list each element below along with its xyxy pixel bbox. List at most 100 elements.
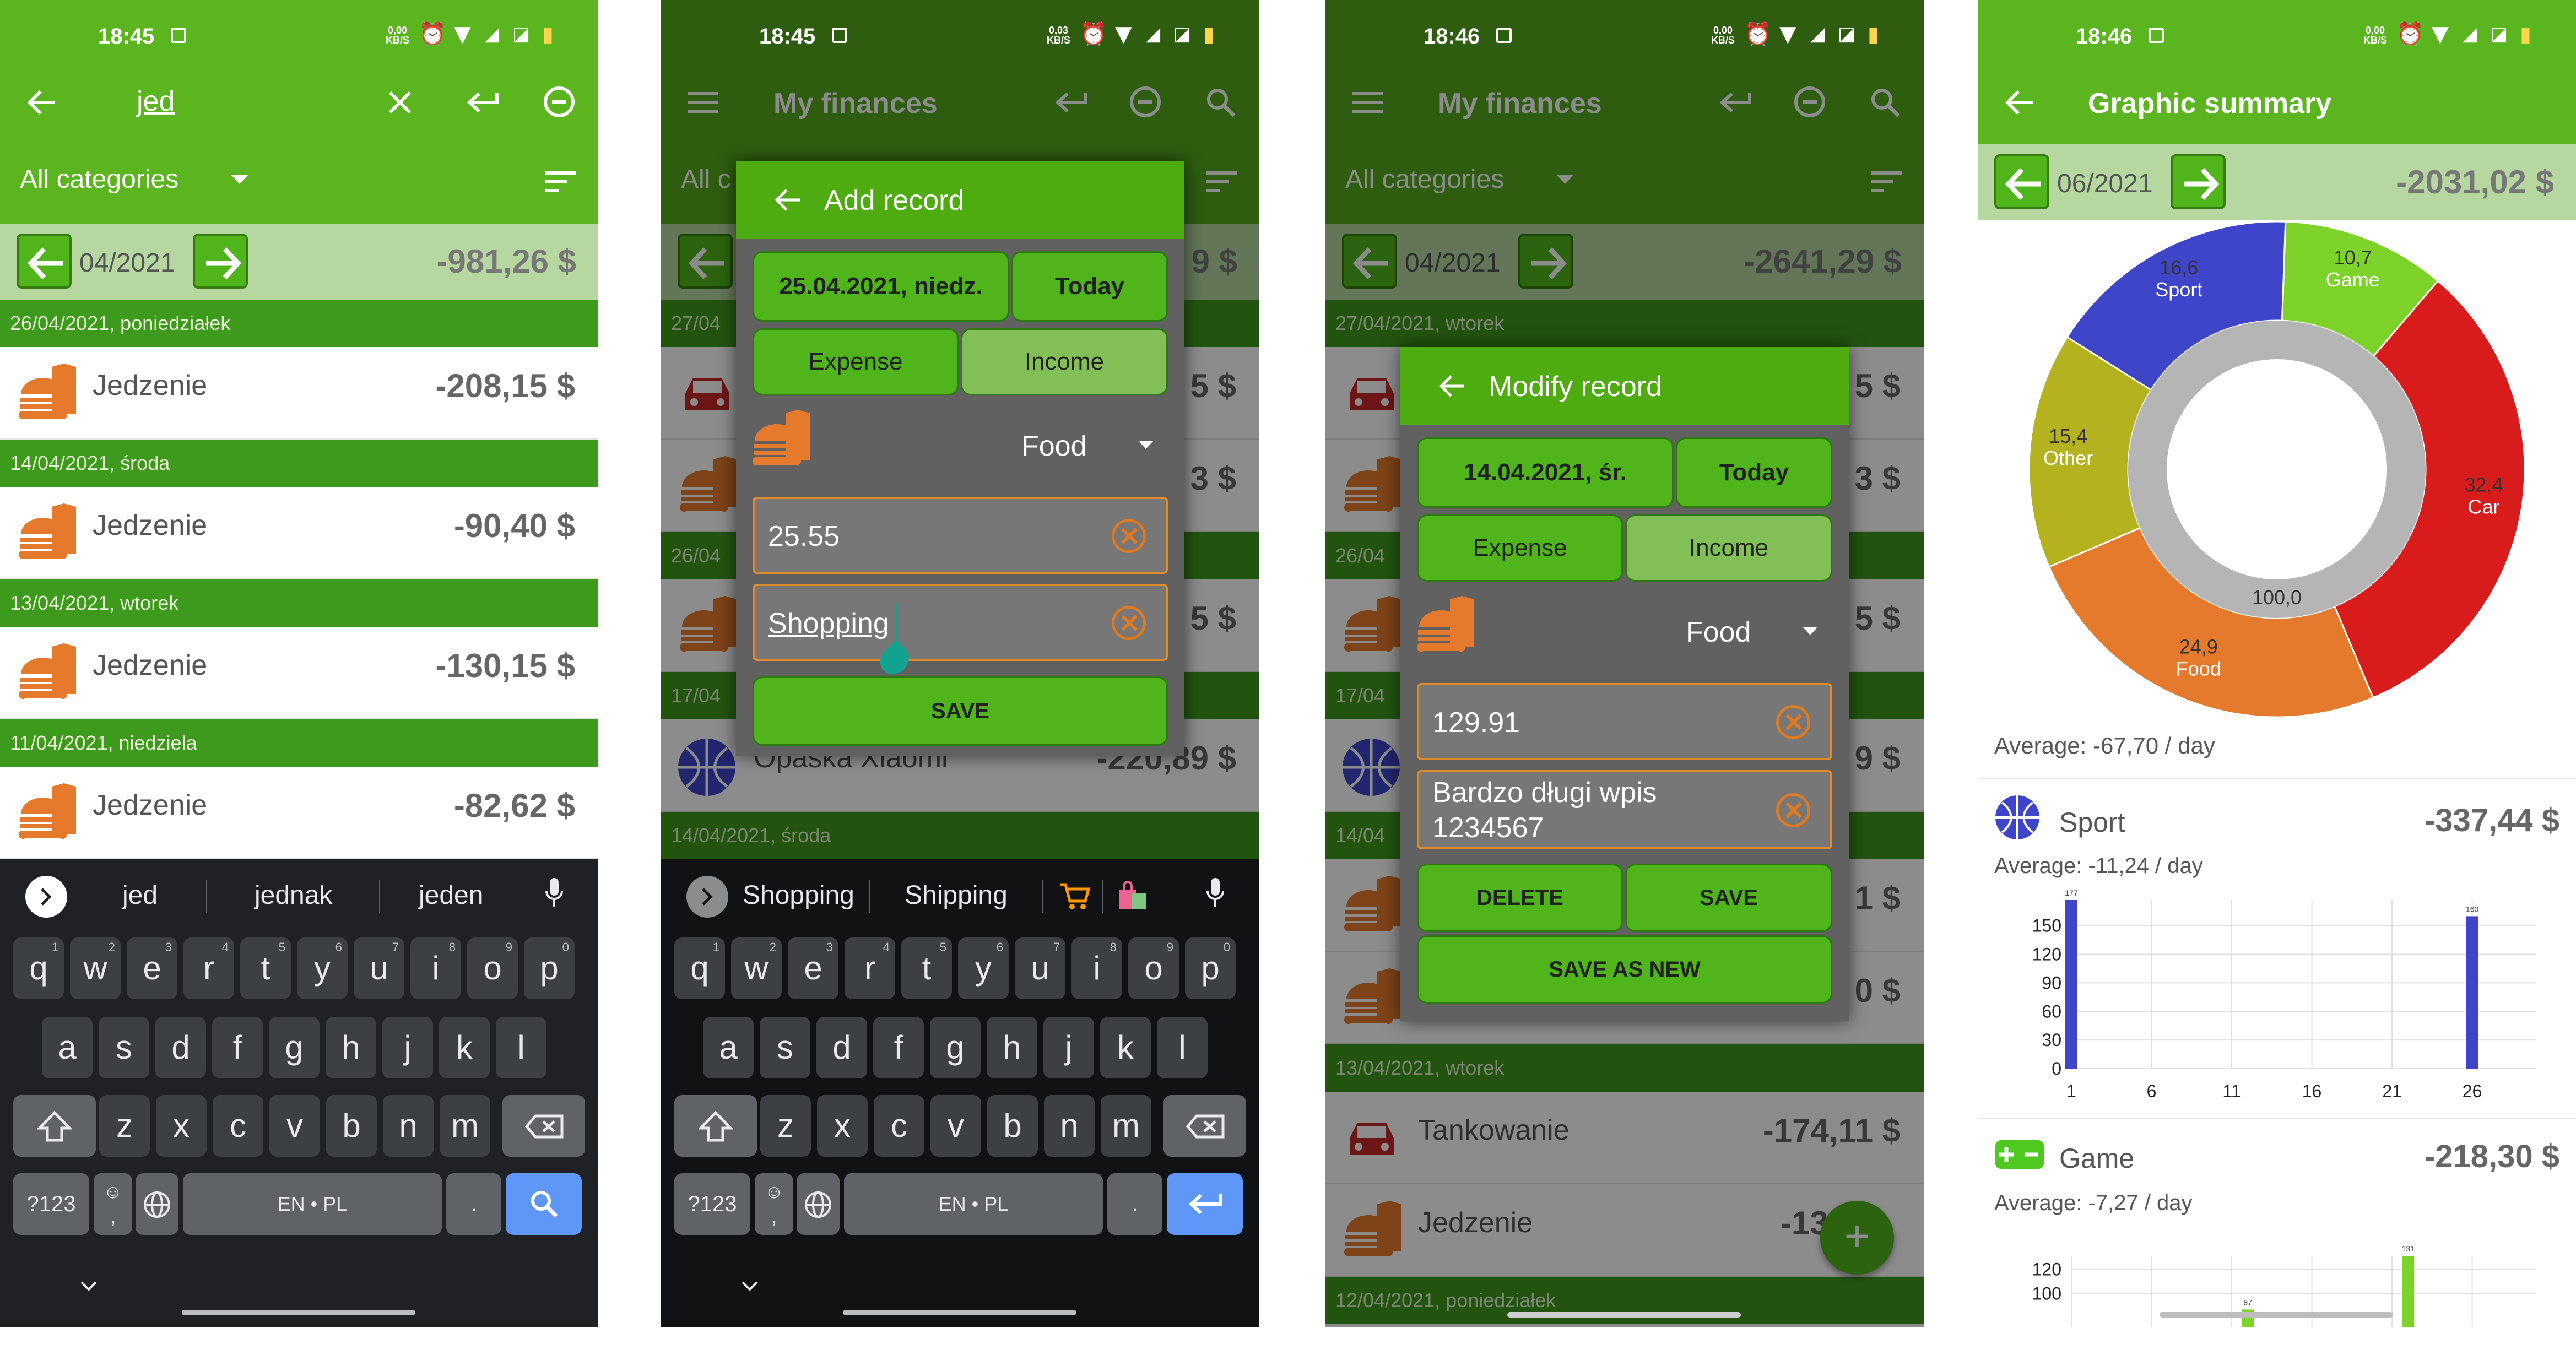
key-b[interactable]: b xyxy=(987,1095,1038,1157)
key-o[interactable]: o9 xyxy=(467,937,518,999)
key-c[interactable]: c xyxy=(213,1095,263,1157)
period-key[interactable]: . xyxy=(446,1173,501,1235)
clear-note-icon[interactable] xyxy=(1112,606,1146,640)
record-row[interactable]: Jedzenie -82,62 $ xyxy=(0,767,598,859)
key-i[interactable]: i8 xyxy=(410,937,461,999)
key-d[interactable]: d xyxy=(155,1017,206,1078)
remove-icon[interactable] xyxy=(542,85,576,119)
microphone-icon[interactable] xyxy=(544,877,564,910)
previous-period-button[interactable] xyxy=(17,234,72,289)
period-key[interactable]: . xyxy=(1107,1173,1162,1235)
shift-key[interactable] xyxy=(674,1095,757,1157)
key-f[interactable]: f xyxy=(212,1017,263,1078)
back-arrow-icon[interactable] xyxy=(2004,89,2035,116)
key-w[interactable]: w2 xyxy=(731,937,782,999)
save-as-new-button[interactable]: SAVE AS NEW xyxy=(1417,935,1832,1004)
key-x[interactable]: x xyxy=(156,1095,207,1157)
record-row[interactable]: Jedzenie -90,40 $ xyxy=(0,487,598,579)
category-select[interactable]: Food xyxy=(1686,616,1751,649)
previous-period-button[interactable] xyxy=(1994,154,2049,209)
record-row[interactable]: Jedzenie -130,15 $ xyxy=(0,627,598,719)
key-r[interactable]: r4 xyxy=(845,937,895,999)
clear-amount-icon[interactable] xyxy=(1776,705,1810,739)
microphone-icon[interactable] xyxy=(1205,877,1225,910)
amount-field[interactable]: 129.91 xyxy=(1417,683,1832,760)
symbols-key[interactable]: ?123 xyxy=(674,1173,750,1235)
dropdown-arrow-icon[interactable] xyxy=(1138,441,1154,449)
backspace-key[interactable] xyxy=(502,1095,585,1157)
space-key[interactable]: EN • PL xyxy=(183,1173,442,1235)
navigation-handle[interactable] xyxy=(1507,1312,1741,1318)
expense-button[interactable]: Expense xyxy=(753,328,959,395)
category-select[interactable]: Food xyxy=(1021,430,1087,463)
clear-note-icon[interactable] xyxy=(1776,793,1810,827)
suggestion-2[interactable]: jednak xyxy=(255,880,332,910)
backspace-key[interactable] xyxy=(1163,1095,1246,1157)
key-l[interactable]: l xyxy=(1157,1017,1208,1078)
cart-emoji-icon[interactable] xyxy=(1058,880,1091,911)
key-s[interactable]: s xyxy=(760,1017,810,1078)
key-v[interactable]: v xyxy=(930,1095,981,1157)
shift-key[interactable] xyxy=(13,1095,96,1157)
dropdown-arrow-icon[interactable] xyxy=(231,175,248,185)
delete-button[interactable]: DELETE xyxy=(1417,864,1623,932)
key-q[interactable]: q1 xyxy=(13,937,64,999)
key-n[interactable]: n xyxy=(1044,1095,1095,1157)
emoji-key[interactable]: ☺, xyxy=(755,1173,793,1235)
back-arrow-icon[interactable] xyxy=(775,188,801,212)
suggestion-1[interactable]: jed xyxy=(122,880,158,910)
key-h[interactable]: h xyxy=(987,1017,1037,1078)
key-t[interactable]: t5 xyxy=(240,937,291,999)
symbols-key[interactable]: ?123 xyxy=(13,1173,89,1235)
save-button[interactable]: SAVE xyxy=(753,676,1168,746)
search-input[interactable]: jed xyxy=(137,85,175,118)
key-q[interactable]: q1 xyxy=(674,937,725,999)
suggestion-1[interactable]: Shopping xyxy=(743,880,854,910)
key-m[interactable]: m xyxy=(440,1095,490,1157)
clear-amount-icon[interactable] xyxy=(1112,519,1146,553)
key-n[interactable]: n xyxy=(383,1095,434,1157)
key-y[interactable]: y6 xyxy=(958,937,1009,999)
income-button[interactable]: Income xyxy=(1625,514,1832,582)
sort-icon[interactable] xyxy=(545,170,576,194)
today-button[interactable]: Today xyxy=(1676,437,1832,508)
suggestion-3[interactable]: jeden xyxy=(419,880,483,910)
key-e[interactable]: e3 xyxy=(127,937,177,999)
key-y[interactable]: y6 xyxy=(297,937,348,999)
key-x[interactable]: x xyxy=(817,1095,868,1157)
navigation-handle[interactable] xyxy=(843,1310,1076,1315)
hide-keyboard-icon[interactable] xyxy=(80,1281,97,1292)
space-key[interactable]: EN • PL xyxy=(844,1173,1103,1235)
save-button[interactable]: SAVE xyxy=(1625,864,1832,932)
hide-keyboard-icon[interactable] xyxy=(742,1281,758,1292)
amount-field[interactable]: 25.55 xyxy=(753,497,1168,574)
key-k[interactable]: k xyxy=(439,1017,490,1078)
navigation-handle[interactable] xyxy=(182,1310,415,1315)
clear-search-icon[interactable] xyxy=(388,90,412,115)
key-a[interactable]: a xyxy=(703,1017,754,1078)
expense-button[interactable]: Expense xyxy=(1417,514,1623,582)
date-button[interactable]: 14.04.2021, śr. xyxy=(1417,437,1674,508)
language-key[interactable] xyxy=(136,1173,178,1235)
key-a[interactable]: a xyxy=(42,1017,93,1078)
category-filter[interactable]: All categories xyxy=(20,164,178,194)
key-u[interactable]: u7 xyxy=(354,937,404,999)
key-g[interactable]: g xyxy=(930,1017,981,1078)
key-z[interactable]: z xyxy=(99,1095,150,1157)
key-j[interactable]: j xyxy=(382,1017,433,1078)
undo-icon[interactable] xyxy=(466,89,499,116)
key-l[interactable]: l xyxy=(496,1017,546,1078)
next-period-button[interactable] xyxy=(2171,154,2226,209)
suggestion-2[interactable]: Shipping xyxy=(905,880,1008,910)
key-k[interactable]: k xyxy=(1100,1017,1151,1078)
key-c[interactable]: c xyxy=(874,1095,924,1157)
back-arrow-icon[interactable] xyxy=(1439,375,1465,398)
key-m[interactable]: m xyxy=(1101,1095,1151,1157)
enter-key[interactable] xyxy=(1167,1173,1243,1235)
emoji-key[interactable]: ☺, xyxy=(94,1173,132,1235)
key-z[interactable]: z xyxy=(760,1095,811,1157)
back-arrow-icon[interactable] xyxy=(26,89,57,116)
dropdown-arrow-icon[interactable] xyxy=(1803,627,1818,636)
key-o[interactable]: o9 xyxy=(1128,937,1179,999)
today-button[interactable]: Today xyxy=(1011,251,1168,322)
